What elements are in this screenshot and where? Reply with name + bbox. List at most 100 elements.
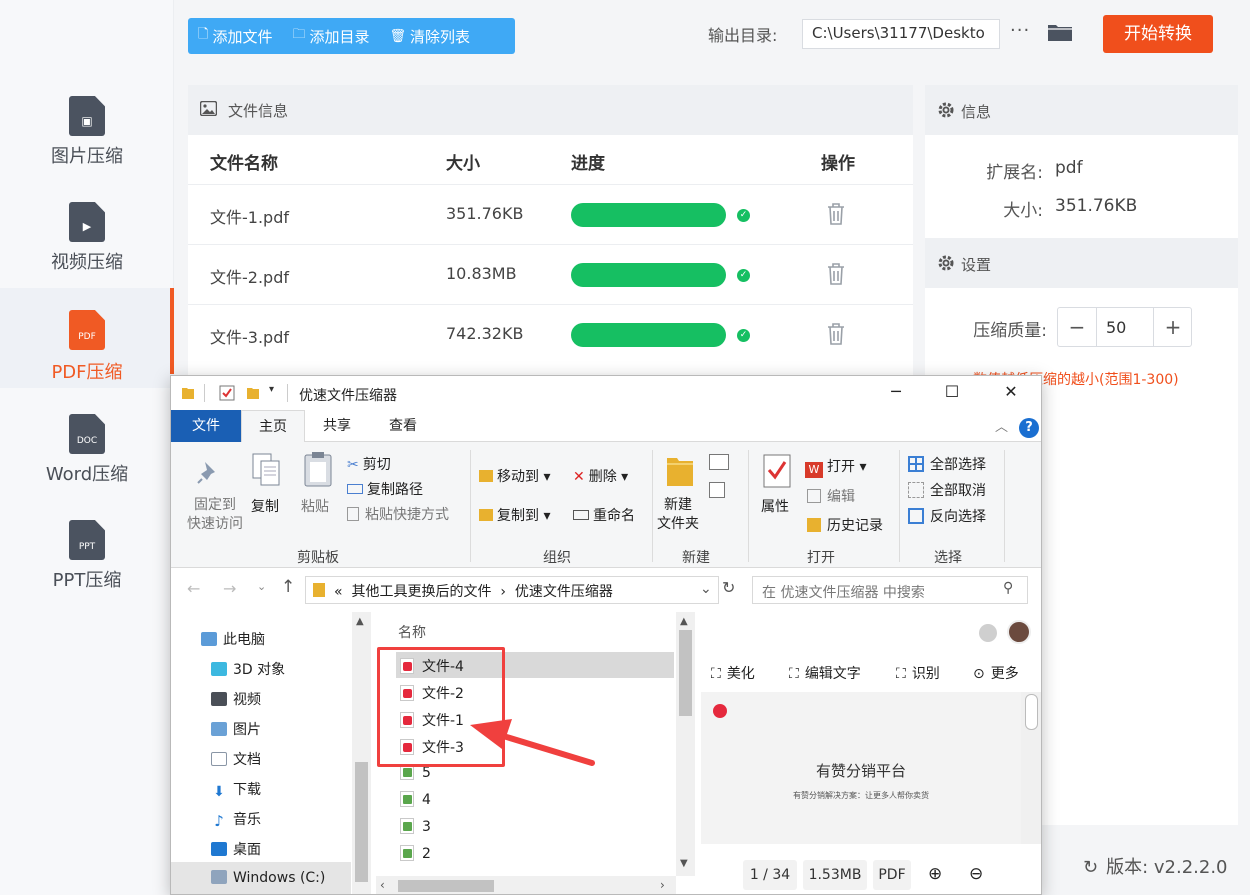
refresh-icon[interactable]: ↻ [722, 578, 735, 597]
recognize-button[interactable]: ⛶ 识别 [896, 663, 940, 683]
progress-bar [571, 203, 726, 227]
preview-page: 有赞分销平台 有赞分销解决方案：让更多人帮你卖货 [701, 692, 1021, 844]
up-arrow-icon[interactable]: ↑ [281, 577, 295, 597]
delete-button[interactable]: ✕ 删除 ▾ [573, 466, 628, 486]
copy-path-button[interactable]: 复制路径 [347, 479, 423, 499]
sidebar-item-word[interactable]: DOC Word压缩 [0, 404, 174, 510]
table-row[interactable]: 文件-3.pdf 742.32KB ✓ [188, 304, 913, 364]
back-arrow-icon[interactable]: ← [187, 579, 200, 598]
nav-item-desktop[interactable]: 桌面 [211, 839, 261, 859]
more-button[interactable]: ⊙ 更多 [973, 663, 1019, 683]
list-item[interactable]: 3 [400, 818, 431, 835]
hscrollbar-thumb[interactable] [398, 880, 494, 892]
nav-item-3d[interactable]: 3D 对象 [211, 659, 285, 679]
nav-item-this-pc[interactable]: 此电脑 [201, 629, 265, 649]
easy-access-icon[interactable] [709, 482, 725, 498]
breadcrumb-part[interactable]: 其他工具更换后的文件 [351, 584, 491, 600]
recognize-icon: ⛶ [896, 666, 906, 682]
decrease-button[interactable]: − [1058, 308, 1096, 346]
paste-button[interactable]: 粘贴 [301, 496, 329, 516]
more-options-button[interactable]: ··· [1010, 20, 1030, 41]
column-header-name[interactable]: 名称 [398, 622, 426, 642]
beautify-button[interactable]: ⛶ 美化 [711, 663, 755, 683]
search-input[interactable]: 在 优速文件压缩器 中搜索 ⚲ [752, 576, 1028, 604]
table-row[interactable]: 文件-1.pdf 351.76KB ✓ [188, 184, 913, 244]
add-file-button[interactable]: 🗋 添加文件 [198, 25, 272, 47]
rename-button[interactable]: 重命名 [573, 505, 635, 525]
pin-button[interactable]: 固定到 快速访问 [187, 496, 243, 534]
move-to-button[interactable]: 移动到 ▾ [479, 466, 550, 486]
table-row[interactable]: 文件-2.pdf 10.83MB ✓ [188, 244, 913, 304]
scroll-left-icon[interactable]: ‹ [380, 878, 385, 892]
collapse-ribbon-icon[interactable]: ︿ [995, 416, 1008, 435]
delete-icon[interactable] [826, 202, 846, 226]
select-none-button[interactable]: 全部取消 [908, 480, 986, 500]
cut-button[interactable]: ✂ 剪切 [347, 454, 391, 474]
new-folder-quick-icon[interactable] [246, 386, 260, 400]
recent-dropdown-icon[interactable]: ⌄ [257, 580, 266, 593]
customize-dropdown-icon[interactable]: ▾ [269, 384, 274, 395]
copy-button[interactable]: 复制 [251, 496, 279, 516]
desktop-icon [211, 842, 227, 856]
new-folder-button[interactable]: 新建 文件夹 [657, 496, 699, 534]
nav-item-videos[interactable]: 视频 [211, 689, 261, 709]
column-header-progress: 进度 [571, 154, 605, 174]
scroll-right-icon[interactable]: › [660, 878, 665, 892]
address-dropdown-icon[interactable]: ⌄ [700, 581, 712, 597]
delete-icon[interactable] [826, 322, 846, 346]
add-dir-button[interactable]: 🗀 添加目录 [292, 25, 369, 47]
zoom-in-icon[interactable]: ⊕ [928, 864, 942, 884]
page-indicator[interactable]: 1 / 34 [743, 860, 797, 890]
nav-item-documents[interactable]: 文档 [211, 749, 261, 769]
list-item[interactable]: 2 [400, 845, 431, 862]
nav-scrollbar-thumb[interactable] [355, 762, 368, 882]
forward-arrow-icon[interactable]: → [223, 579, 236, 598]
tab-file[interactable]: 文件 [171, 410, 241, 442]
properties-button[interactable]: 属性 [761, 496, 789, 516]
sidebar-item-pdf[interactable]: PDF PDF压缩 [0, 288, 174, 388]
nav-item-pictures[interactable]: 图片 [211, 719, 261, 739]
help-icon[interactable]: ? [1019, 418, 1039, 438]
tab-home[interactable]: 主页 [241, 410, 305, 443]
copy-to-button[interactable]: 复制到 ▾ [479, 505, 550, 525]
folder-small-icon [182, 388, 194, 399]
new-item-icon[interactable] [709, 454, 729, 470]
select-all-button[interactable]: 全部选择 [908, 454, 986, 474]
zoom-out-icon[interactable]: ⊖ [969, 864, 983, 884]
open-button[interactable]: W 打开 ▾ [805, 456, 866, 478]
edit-text-button[interactable]: ⛶ 编辑文字 [789, 663, 861, 683]
tab-view[interactable]: 查看 [377, 410, 429, 442]
edit-button[interactable]: 编辑 [807, 486, 855, 506]
avatar[interactable] [1007, 620, 1031, 644]
folder-icon[interactable] [1047, 22, 1073, 42]
nav-item-c-drive[interactable]: Windows (C:) [211, 870, 325, 886]
sidebar-item-ppt[interactable]: PPT PPT压缩 [0, 510, 174, 616]
list-item[interactable]: 4 [400, 791, 431, 808]
vscrollbar-thumb[interactable] [679, 630, 692, 716]
scroll-up-icon[interactable]: ▲ [680, 616, 688, 627]
close-button[interactable]: ✕ [991, 382, 1031, 404]
increase-button[interactable]: + [1154, 308, 1192, 346]
output-path-input[interactable]: C:\Users\31177\Deskto [802, 19, 1000, 49]
preview-scrollbar-thumb[interactable] [1025, 694, 1038, 730]
invert-selection-button[interactable]: 反向选择 [908, 506, 986, 526]
paste-shortcut-button[interactable]: 粘贴快捷方式 [347, 504, 449, 524]
maximize-button[interactable]: ☐ [932, 382, 972, 404]
properties-quick-icon[interactable] [219, 385, 235, 401]
select-none-icon [908, 482, 924, 498]
history-button[interactable]: 历史记录 [807, 515, 883, 535]
breadcrumb-part[interactable]: 优速文件压缩器 [515, 584, 613, 600]
start-convert-button[interactable]: 开始转换 [1103, 15, 1213, 53]
nav-item-music[interactable]: ♪ 音乐 [211, 809, 261, 830]
delete-icon[interactable] [826, 262, 846, 286]
address-bar[interactable]: « 其他工具更换后的文件 › 优速文件压缩器 ⌄ [305, 576, 719, 604]
scroll-down-icon[interactable]: ▼ [680, 858, 688, 869]
quality-input[interactable]: 50 [1096, 308, 1154, 346]
minimize-button[interactable]: ─ [876, 382, 916, 404]
tab-share[interactable]: 共享 [311, 410, 363, 442]
clear-list-button[interactable]: 🗑 清除列表 [390, 26, 471, 47]
sidebar-item-image[interactable]: ▣ 图片压缩 [0, 86, 174, 192]
sidebar-item-video[interactable]: ▶ 视频压缩 [0, 192, 174, 298]
nav-item-downloads[interactable]: ⬇ 下载 [211, 779, 261, 800]
scroll-up-icon[interactable]: ▲ [356, 616, 364, 627]
